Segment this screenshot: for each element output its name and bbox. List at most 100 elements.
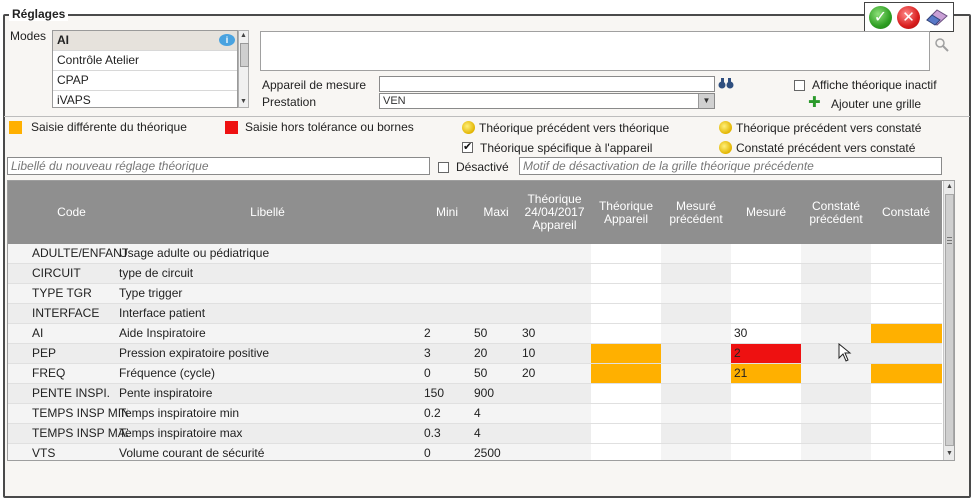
cell-mini: 3 (424, 346, 431, 360)
modes-label: Modes (10, 29, 47, 43)
affiche-inactif-checkbox[interactable] (794, 78, 805, 92)
grid-scrollbar[interactable]: ▲ ▼ (943, 181, 954, 460)
modes-list[interactable]: AI i Contrôle Atelier CPAP iVAPS (52, 30, 238, 108)
cell-theorique-appareil[interactable] (591, 324, 661, 343)
coin-icon[interactable] (719, 140, 732, 155)
cell-mini: 0.2 (424, 406, 441, 420)
coin-icon[interactable] (462, 120, 475, 135)
theo-prec-constate-label[interactable]: Théorique précédent vers constaté (736, 121, 921, 135)
scroll-thumb[interactable] (945, 194, 954, 446)
modes-scrollbar[interactable]: ▲ ▼ (238, 30, 249, 108)
theo-specifique-checkbox[interactable]: ✔ (462, 140, 473, 154)
col-theo-appareil-date[interactable]: Théorique 24/04/2017 Appareil (518, 181, 591, 244)
scroll-up-icon[interactable]: ▲ (946, 183, 953, 191)
cell-mini: 0 (424, 366, 431, 380)
cell-code: TEMPS INSP MIN (32, 406, 128, 420)
cell-theorique-appareil[interactable] (591, 424, 661, 443)
cell-mesure[interactable] (731, 264, 801, 283)
cell-constate[interactable] (871, 444, 942, 460)
cell-theorique-appareil[interactable] (591, 344, 661, 363)
modes-item[interactable]: CPAP (53, 71, 237, 91)
col-code[interactable]: Code (8, 181, 135, 244)
scroll-down-icon[interactable]: ▼ (946, 450, 953, 458)
col-constate-precedent[interactable]: Constaté précédent (801, 181, 871, 244)
cell-theorique-appareil[interactable] (591, 264, 661, 283)
cell-code: INTERFACE (32, 306, 100, 320)
legend-red-swatch (225, 120, 238, 135)
libelle-input[interactable]: Libellé du nouveau réglage théorique (7, 157, 430, 175)
cell-constate[interactable] (871, 364, 942, 383)
cell-constate[interactable] (871, 344, 942, 363)
cell-constate[interactable] (871, 284, 942, 303)
col-mini[interactable]: Mini (420, 181, 474, 244)
scroll-thumb[interactable] (240, 43, 249, 67)
appareil-input[interactable] (379, 76, 715, 92)
cell-constate[interactable] (871, 324, 942, 343)
cell-theorique-appareil[interactable] (591, 364, 661, 383)
cell-mesure[interactable] (731, 444, 801, 460)
col-constate[interactable]: Constaté (871, 181, 941, 244)
cell-theorique-appareil[interactable] (591, 384, 661, 403)
chevron-down-icon[interactable]: ▼ (698, 94, 714, 108)
plus-icon[interactable]: ✚ (808, 95, 821, 110)
cell-theorique-appareil[interactable] (591, 444, 661, 460)
modes-item[interactable]: AI i (53, 31, 237, 51)
cell-constate[interactable] (871, 384, 942, 403)
motif-input[interactable]: Motif de désactivation de la grille théo… (519, 157, 942, 175)
cell-constate[interactable] (871, 424, 942, 443)
constate-prec-constate-label[interactable]: Constaté précédent vers constaté (736, 141, 915, 155)
cell-code: PEP (32, 346, 57, 360)
cell-libelle: Temps inspiratoire min (119, 406, 240, 420)
cell-maxi: 4 (474, 426, 481, 440)
cell-theorique-appareil[interactable] (591, 244, 661, 263)
col-theorique-appareil[interactable]: Théorique Appareil (591, 181, 661, 244)
col-libelle[interactable]: Libellé (135, 181, 400, 244)
cell-mini: 0 (424, 446, 431, 460)
cell-code: PENTE INSPI. (32, 386, 111, 400)
cell-mesure[interactable] (731, 384, 801, 403)
validate-button[interactable]: ✓ (869, 6, 892, 29)
comment-textarea[interactable] (260, 31, 930, 71)
cell-mesure[interactable]: 2 (731, 344, 801, 363)
modes-item[interactable]: iVAPS (53, 91, 237, 107)
cell-constate[interactable] (871, 244, 942, 263)
cell-mesure[interactable] (731, 404, 801, 423)
table-row: AI Aide Inspiratoire 2 50 30 30 (8, 324, 942, 344)
theo-prec-theo-label[interactable]: Théorique précédent vers théorique (479, 121, 669, 135)
desactive-checkbox[interactable] (438, 160, 449, 174)
cell-mesure[interactable]: 30 (731, 324, 801, 343)
col-maxi[interactable]: Maxi (474, 181, 518, 244)
cell-constate[interactable] (871, 264, 942, 283)
search-icon[interactable] (934, 37, 950, 53)
cell-theorique-appareil[interactable] (591, 284, 661, 303)
col-mesure[interactable]: Mesuré (731, 181, 801, 244)
cell-mesure[interactable]: 21 (731, 364, 801, 383)
eraser-icon[interactable] (925, 8, 949, 26)
checkbox-checked[interactable]: ✔ (462, 141, 473, 154)
settings-grid: Code Libellé Mini Maxi Théorique 24/04/2… (7, 180, 955, 461)
cancel-button[interactable]: ✕ (897, 6, 920, 29)
coin-icon[interactable] (719, 120, 732, 135)
prestation-label: Prestation (262, 95, 317, 109)
modes-item[interactable]: Contrôle Atelier (53, 51, 237, 71)
cell-theorique (522, 384, 590, 403)
prestation-select[interactable]: VEN ▼ (379, 93, 715, 109)
cell-mesure[interactable] (731, 304, 801, 323)
cell-constate[interactable] (871, 404, 942, 423)
ajouter-grille-link[interactable]: Ajouter une grille (831, 97, 921, 111)
scroll-up-icon[interactable]: ▲ (240, 32, 247, 40)
table-row: ADULTE/ENFANT Usage adulte ou pédiatrique (8, 244, 942, 264)
cell-mesure[interactable] (731, 424, 801, 443)
scroll-down-icon[interactable]: ▼ (240, 98, 247, 106)
cell-theorique-appareil[interactable] (591, 404, 661, 423)
cell-mesure[interactable] (731, 244, 801, 263)
table-row: TEMPS INSP MAX Temps inspiratoire max 0.3 4 (8, 424, 942, 444)
table-row: PEP Pression expiratoire positive 3 20 10 2 (8, 344, 942, 364)
table-row: TEMPS INSP MIN Temps inspiratoire min 0.2 4 (8, 404, 942, 424)
cell-theorique-appareil[interactable] (591, 304, 661, 323)
cell-constate[interactable] (871, 304, 942, 323)
cell-mesure[interactable] (731, 284, 801, 303)
checkbox[interactable] (794, 80, 805, 92)
binoculars-icon[interactable] (718, 76, 734, 90)
col-mesure-precedent[interactable]: Mesuré précédent (661, 181, 731, 244)
